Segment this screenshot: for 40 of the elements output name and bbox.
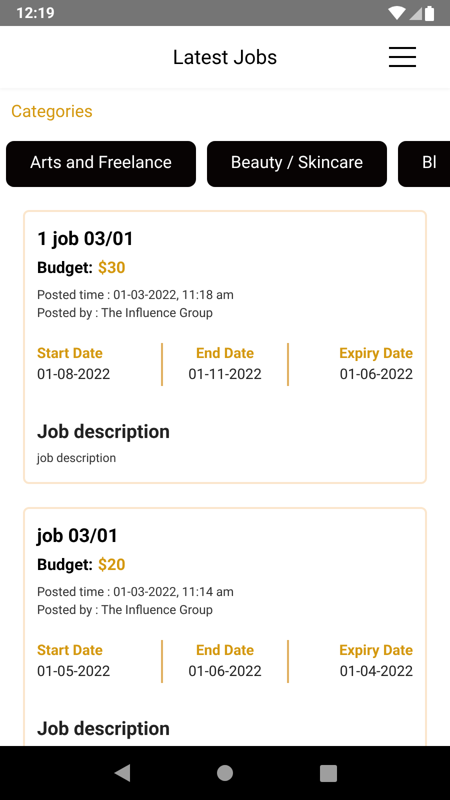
budget-value: $20 bbox=[98, 554, 126, 576]
category-chip[interactable]: Arts and Freelance bbox=[6, 140, 196, 186]
date-value: 01-04-2022 bbox=[340, 662, 413, 680]
posted-by: Posted by : The Influence Group bbox=[37, 304, 214, 322]
date-value: 01-08-2022 bbox=[37, 366, 110, 384]
date-value: 01-05-2022 bbox=[37, 662, 110, 680]
job-title: job 03/01 bbox=[37, 522, 120, 548]
job-title: 1 job 03/01 bbox=[37, 226, 136, 252]
categories-label: Categories bbox=[11, 101, 93, 124]
date-label: Expiry Date bbox=[339, 642, 413, 660]
home-icon[interactable] bbox=[216, 765, 232, 781]
description-text: job description bbox=[37, 450, 118, 466]
signal-icon bbox=[409, 6, 422, 20]
category-chip[interactable]: Bl bbox=[398, 140, 450, 186]
back-icon[interactable] bbox=[114, 764, 130, 782]
date-label: Expiry Date bbox=[339, 344, 413, 362]
job-card[interactable]: job 03/01 Budget: $20 Posted time : 01-03-2022, 11:14 am Posted by : The Influence Group Start Date 01-05-2022 End Date 01-06-2022 Expiry Date 01-04-2022 Job description bbox=[23, 506, 427, 746]
posted-time: Posted time : 01-03-2022, 11:14 am bbox=[37, 584, 235, 602]
clock: 12:19 bbox=[16, 2, 55, 24]
job-card[interactable]: 1 job 03/01 Budget: $30 Posted time : 01-03-2022, 11:18 am Posted by : The Influence Group Start Date 01-08-2022 End Date 01-11-2022 Expiry Date 01-06-2022 Job description job description bbox=[23, 210, 427, 484]
budget-label: Budget: bbox=[37, 256, 93, 278]
date-value: 01-06-2022 bbox=[188, 662, 262, 680]
date-label: End Date bbox=[196, 344, 254, 362]
posted-time: Posted time : 01-03-2022, 11:18 am bbox=[37, 286, 235, 304]
date-label: Start Date bbox=[37, 642, 103, 660]
page-title: Latest Jobs bbox=[172, 44, 278, 71]
posted-by: Posted by : The Influence Group bbox=[37, 602, 214, 620]
date-value: 01-06-2022 bbox=[340, 366, 413, 384]
wifi-icon bbox=[388, 6, 406, 20]
date-value: 01-11-2022 bbox=[188, 366, 262, 384]
menu-icon[interactable] bbox=[389, 47, 416, 67]
description-heading: Job description bbox=[37, 716, 171, 740]
budget-value: $30 bbox=[98, 256, 126, 278]
recents-icon[interactable] bbox=[320, 764, 336, 782]
budget-label: Budget: bbox=[37, 554, 93, 576]
date-label: Start Date bbox=[37, 344, 103, 362]
battery-icon bbox=[425, 6, 434, 20]
category-chip[interactable]: Beauty / Skincare bbox=[206, 140, 388, 186]
date-label: End Date bbox=[196, 642, 254, 660]
description-heading: Job description bbox=[37, 420, 171, 444]
